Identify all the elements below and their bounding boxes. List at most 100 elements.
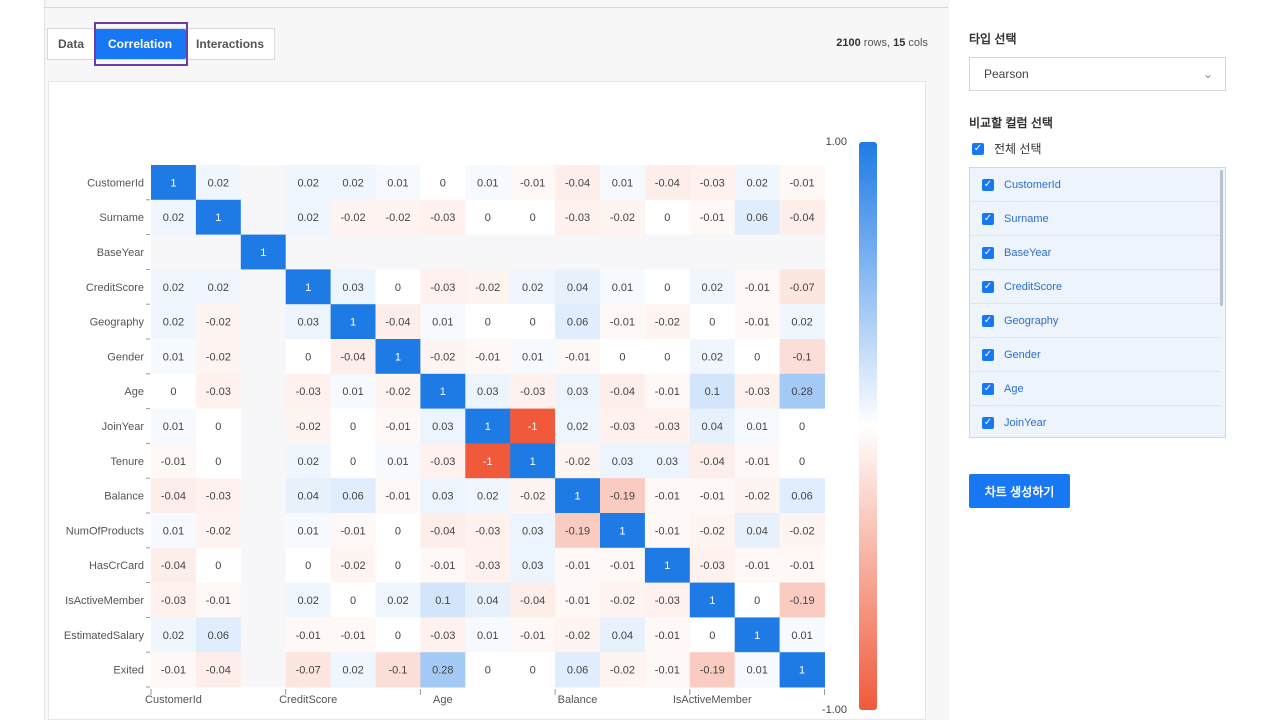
row-tick-label: NumOfProducts [66, 525, 145, 537]
cell-value-label: -0.02 [430, 351, 455, 363]
cell-value-label: 0 [215, 421, 221, 433]
cell-value-label: 1 [170, 177, 176, 189]
heatmap-cell [600, 234, 646, 270]
cell-value-label: -0.02 [206, 351, 231, 363]
cell-value-label: -0.01 [341, 525, 366, 537]
cell-value-label: -0.02 [790, 525, 815, 537]
scrollbar-thumb[interactable] [1220, 170, 1223, 306]
type-label: 타입 선택 [969, 32, 1017, 46]
row-tick-label: IsActiveMember [65, 595, 144, 607]
cell-value-label: 1 [260, 247, 266, 259]
cell-value-label: 1 [754, 630, 760, 642]
cell-value-label: 0.02 [791, 317, 812, 329]
cell-value-label: 1 [440, 386, 446, 398]
heatmap-cell [240, 199, 287, 236]
col-count: 15 [893, 37, 906, 49]
cell-value-label: -0.03 [296, 386, 321, 398]
row-tick-label: HasCrCard [89, 560, 144, 572]
cell-value-label: 0.02 [387, 595, 408, 607]
generate-chart-button[interactable]: 차트 생성하기 [969, 474, 1070, 508]
cell-value-label: -0.19 [610, 491, 635, 503]
heatmap-cell [240, 408, 287, 444]
cell-value-label: -0.03 [700, 560, 725, 572]
column-checkbox-item[interactable]: ✓ Gender [970, 338, 1220, 372]
cell-value-label: -0.02 [296, 421, 321, 433]
row-tick-label: BaseYear [97, 247, 145, 259]
cell-value-label: 0.03 [522, 525, 543, 537]
row-tick-label: Age [124, 386, 144, 398]
cell-value-label: 1 [709, 595, 715, 607]
cell-value-label: -0.03 [475, 560, 500, 572]
cell-value-label: 0 [664, 282, 670, 294]
cell-value-label: 0.04 [567, 282, 588, 294]
select-all-label: 전체 선택 [994, 142, 1042, 156]
cell-value-label: 0 [754, 351, 760, 363]
cell-value-label: -0.1 [793, 351, 812, 363]
row-tick-label: Geography [90, 317, 145, 329]
cell-value-label: 0.02 [163, 212, 184, 224]
tab-data[interactable]: Data [48, 29, 94, 59]
cell-value-label: 1 [215, 212, 221, 224]
column-checkbox-item[interactable]: ✓ CustomerId [970, 168, 1220, 202]
cell-value-label: 0.01 [163, 525, 184, 537]
cell-value-label: -0.01 [745, 317, 770, 329]
dataset-size: 2100 rows, 15 cols [836, 37, 928, 49]
cell-value-label: -0.02 [341, 560, 366, 572]
cell-value-label: -0.19 [790, 595, 815, 607]
heatmap-cell [240, 304, 287, 340]
cell-value-label: 1 [485, 421, 491, 433]
column-checkbox-item[interactable]: ✓ BaseYear [970, 236, 1220, 270]
cell-value-label: -0.01 [475, 351, 500, 363]
column-checkbox-item[interactable]: ✓ JoinYear [970, 406, 1220, 437]
cell-value-label: 0.02 [477, 491, 498, 503]
cell-value-label: -0.03 [430, 630, 455, 642]
heatmap-cell [240, 339, 287, 375]
heatmap-cell [510, 234, 556, 270]
cell-value-label: 0 [350, 456, 356, 468]
cell-value-label: -0.01 [610, 560, 635, 572]
cell-value-label: 1 [395, 351, 401, 363]
cell-value-label: 0.03 [477, 386, 498, 398]
cell-value-label: -0.04 [610, 386, 635, 398]
cell-value-label: -0.02 [565, 630, 590, 642]
cell-value-label: -0.01 [206, 595, 231, 607]
colorbar-max-label: 1.00 [826, 136, 847, 148]
heatmap-cell [240, 513, 287, 549]
cell-value-label: -0.03 [655, 595, 680, 607]
cell-value-label: 0.03 [567, 386, 588, 398]
cell-value-label: 0.01 [387, 456, 408, 468]
cell-value-label: -0.01 [790, 177, 815, 189]
cell-value-label: -0.04 [206, 665, 231, 677]
cell-value-label: 1 [664, 560, 670, 572]
cell-value-label: -0.02 [610, 665, 635, 677]
row-tick-label: Surname [99, 212, 144, 224]
column-checkbox-item[interactable]: ✓ Surname [970, 202, 1220, 236]
column-checkbox-label: JoinYear [1004, 416, 1047, 429]
cell-value-label: -0.02 [341, 212, 366, 224]
heatmap-cell [330, 234, 376, 270]
select-all-checkbox[interactable]: ✓ 전체 선택 [972, 140, 1042, 157]
cell-value-label: -0.03 [520, 386, 545, 398]
column-checkbox-item[interactable]: ✓ Geography [970, 304, 1220, 338]
heatmap-cell [240, 443, 287, 479]
cell-value-label: 0.01 [163, 421, 184, 433]
cell-value-label: -0.02 [565, 456, 590, 468]
checkbox-checked-icon: ✓ [982, 178, 994, 191]
tab-interactions[interactable]: Interactions [186, 29, 274, 59]
column-tick-label: Balance [558, 694, 598, 706]
column-checkbox-item[interactable]: ✓ CreditScore [970, 270, 1220, 304]
cell-value-label: 0.02 [208, 282, 229, 294]
column-tick-label: IsActiveMember [673, 694, 752, 706]
cell-value-label: -1 [483, 456, 493, 468]
cell-value-label: -0.02 [475, 282, 500, 294]
column-checkbox-label: BaseYear [1004, 246, 1052, 259]
column-checkbox-item[interactable]: ✓ Age [970, 372, 1220, 406]
cell-value-label: 1 [305, 282, 311, 294]
cell-value-label: 0.06 [567, 665, 588, 677]
type-select[interactable]: Pearson ⌄ [969, 57, 1226, 91]
tab-correlation[interactable]: Correlation [94, 29, 187, 59]
cell-value-label: 0.28 [791, 386, 812, 398]
column-list[interactable]: ✓ CustomerId ✓ Surname ✓ BaseYear ✓ CreditScore… [969, 167, 1226, 438]
cell-value-label: 0.03 [612, 456, 633, 468]
heatmap-cell [240, 269, 287, 305]
